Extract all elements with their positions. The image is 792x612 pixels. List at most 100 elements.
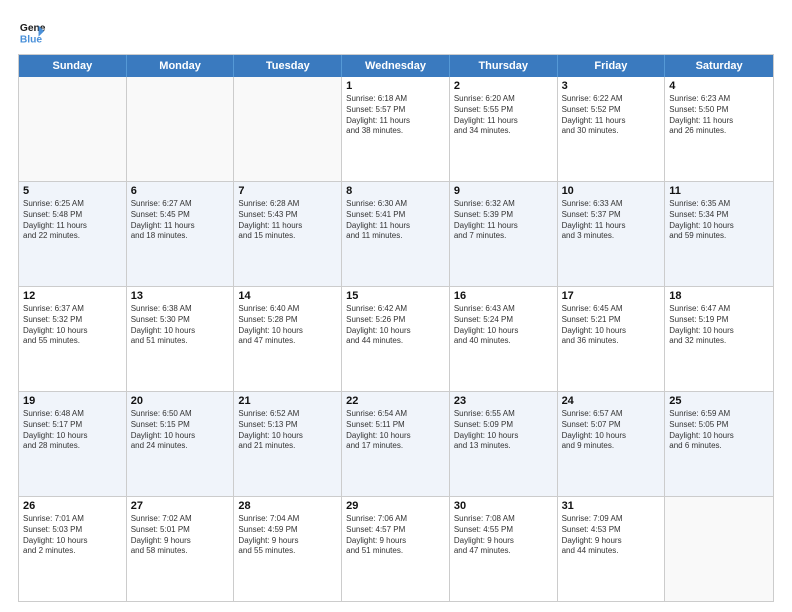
day-number: 14 (238, 290, 337, 302)
day-number: 23 (454, 395, 553, 407)
day-info: Sunrise: 7:08 AM Sunset: 4:55 PM Dayligh… (454, 514, 553, 557)
day-number: 19 (23, 395, 122, 407)
day-number: 10 (562, 185, 661, 197)
day-cell-15: 15Sunrise: 6:42 AM Sunset: 5:26 PM Dayli… (342, 287, 450, 391)
calendar-row-0: 1 Sunrise: 6:18 AM Sunset: 5:57 PM Daylig… (19, 77, 773, 181)
day-number: 29 (346, 500, 445, 512)
day-cell-11: 11 Sunrise: 6:35 AM Sunset: 5:34 PM Dayli… (665, 182, 773, 286)
day-info: Sunrise: 7:06 AM Sunset: 4:57 PM Dayligh… (346, 514, 445, 557)
day-info: Sunrise: 6:25 AM Sunset: 5:48 PM Dayligh… (23, 199, 122, 242)
day-info: Sunrise: 6:59 AM Sunset: 5:05 PM Dayligh… (669, 409, 769, 452)
day-number: 9 (454, 185, 553, 197)
day-cell-19: 19 Sunrise: 6:48 AM Sunset: 5:17 PM Dayli… (19, 392, 127, 496)
day-cell-27: 27 Sunrise: 7:02 AM Sunset: 5:01 PM Dayli… (127, 497, 235, 601)
day-cell-1: 1 Sunrise: 6:18 AM Sunset: 5:57 PM Daylig… (342, 77, 450, 181)
day-number: 8 (346, 185, 445, 197)
day-info: Sunrise: 6:35 AM Sunset: 5:34 PM Dayligh… (669, 199, 769, 242)
logo-icon: General Blue (18, 18, 46, 46)
header-day-saturday: Saturday (665, 55, 773, 77)
day-number: 28 (238, 500, 337, 512)
day-cell-7: 7 Sunrise: 6:28 AM Sunset: 5:43 PM Daylig… (234, 182, 342, 286)
day-info: Sunrise: 6:45 AM Sunset: 5:21 PM Dayligh… (562, 304, 661, 347)
day-cell-23: 23 Sunrise: 6:55 AM Sunset: 5:09 PM Dayli… (450, 392, 558, 496)
day-number: 3 (562, 80, 661, 92)
day-number: 27 (131, 500, 230, 512)
day-info: Sunrise: 6:54 AM Sunset: 5:11 PM Dayligh… (346, 409, 445, 452)
day-number: 25 (669, 395, 769, 407)
day-info: Sunrise: 6:22 AM Sunset: 5:52 PM Dayligh… (562, 94, 661, 137)
day-info: Sunrise: 6:52 AM Sunset: 5:13 PM Dayligh… (238, 409, 337, 452)
day-info: Sunrise: 6:55 AM Sunset: 5:09 PM Dayligh… (454, 409, 553, 452)
day-cell-20: 20 Sunrise: 6:50 AM Sunset: 5:15 PM Dayli… (127, 392, 235, 496)
day-info: Sunrise: 6:48 AM Sunset: 5:17 PM Dayligh… (23, 409, 122, 452)
logo: General Blue (18, 18, 46, 46)
calendar-row-3: 19 Sunrise: 6:48 AM Sunset: 5:17 PM Dayli… (19, 391, 773, 496)
day-number: 11 (669, 185, 769, 197)
day-number: 20 (131, 395, 230, 407)
day-number: 13 (131, 290, 230, 302)
page: General Blue SundayMondayTuesdayWednesda… (0, 0, 792, 612)
day-cell-26: 26Sunrise: 7:01 AM Sunset: 5:03 PM Dayli… (19, 497, 127, 601)
header-day-tuesday: Tuesday (234, 55, 342, 77)
day-info: Sunrise: 7:04 AM Sunset: 4:59 PM Dayligh… (238, 514, 337, 557)
calendar-header: SundayMondayTuesdayWednesdayThursdayFrid… (19, 55, 773, 77)
day-cell-17: 17 Sunrise: 6:45 AM Sunset: 5:21 PM Dayli… (558, 287, 666, 391)
day-info: Sunrise: 6:18 AM Sunset: 5:57 PM Dayligh… (346, 94, 445, 137)
day-cell-2: 2 Sunrise: 6:20 AM Sunset: 5:55 PM Daylig… (450, 77, 558, 181)
day-info: Sunrise: 6:27 AM Sunset: 5:45 PM Dayligh… (131, 199, 230, 242)
day-cell-21: 21 Sunrise: 6:52 AM Sunset: 5:13 PM Dayli… (234, 392, 342, 496)
day-number: 6 (131, 185, 230, 197)
day-info: Sunrise: 6:28 AM Sunset: 5:43 PM Dayligh… (238, 199, 337, 242)
day-info: Sunrise: 6:37 AM Sunset: 5:32 PM Dayligh… (23, 304, 122, 347)
calendar-row-1: 5 Sunrise: 6:25 AM Sunset: 5:48 PM Daylig… (19, 181, 773, 286)
day-number: 24 (562, 395, 661, 407)
day-info: Sunrise: 7:02 AM Sunset: 5:01 PM Dayligh… (131, 514, 230, 557)
header-day-thursday: Thursday (450, 55, 558, 77)
day-number: 17 (562, 290, 661, 302)
day-cell-14: 14Sunrise: 6:40 AM Sunset: 5:28 PM Dayli… (234, 287, 342, 391)
day-number: 2 (454, 80, 553, 92)
day-info: Sunrise: 6:33 AM Sunset: 5:37 PM Dayligh… (562, 199, 661, 242)
day-number: 21 (238, 395, 337, 407)
day-cell-12: 12 Sunrise: 6:37 AM Sunset: 5:32 PM Dayli… (19, 287, 127, 391)
day-info: Sunrise: 6:30 AM Sunset: 5:41 PM Dayligh… (346, 199, 445, 242)
day-number: 5 (23, 185, 122, 197)
day-cell-13: 13 Sunrise: 6:38 AM Sunset: 5:30 PM Dayli… (127, 287, 235, 391)
day-info: Sunrise: 6:38 AM Sunset: 5:30 PM Dayligh… (131, 304, 230, 347)
day-cell-30: 30Sunrise: 7:08 AM Sunset: 4:55 PM Dayli… (450, 497, 558, 601)
calendar: SundayMondayTuesdayWednesdayThursdayFrid… (18, 54, 774, 602)
day-number: 31 (562, 500, 661, 512)
header-day-monday: Monday (127, 55, 235, 77)
header: General Blue (18, 18, 774, 46)
day-cell-6: 6 Sunrise: 6:27 AM Sunset: 5:45 PM Daylig… (127, 182, 235, 286)
empty-cell (19, 77, 127, 181)
day-info: Sunrise: 6:32 AM Sunset: 5:39 PM Dayligh… (454, 199, 553, 242)
day-cell-4: 4 Sunrise: 6:23 AM Sunset: 5:50 PM Daylig… (665, 77, 773, 181)
day-number: 22 (346, 395, 445, 407)
empty-cell (127, 77, 235, 181)
empty-cell (665, 497, 773, 601)
header-day-wednesday: Wednesday (342, 55, 450, 77)
day-info: Sunrise: 6:57 AM Sunset: 5:07 PM Dayligh… (562, 409, 661, 452)
day-info: Sunrise: 6:50 AM Sunset: 5:15 PM Dayligh… (131, 409, 230, 452)
day-cell-24: 24 Sunrise: 6:57 AM Sunset: 5:07 PM Dayli… (558, 392, 666, 496)
day-number: 12 (23, 290, 122, 302)
day-info: Sunrise: 6:43 AM Sunset: 5:24 PM Dayligh… (454, 304, 553, 347)
day-cell-8: 8 Sunrise: 6:30 AM Sunset: 5:41 PM Daylig… (342, 182, 450, 286)
day-number: 4 (669, 80, 769, 92)
day-info: Sunrise: 6:20 AM Sunset: 5:55 PM Dayligh… (454, 94, 553, 137)
day-info: Sunrise: 7:01 AM Sunset: 5:03 PM Dayligh… (23, 514, 122, 557)
day-number: 16 (454, 290, 553, 302)
day-info: Sunrise: 6:42 AM Sunset: 5:26 PM Dayligh… (346, 304, 445, 347)
header-day-friday: Friday (558, 55, 666, 77)
day-info: Sunrise: 6:47 AM Sunset: 5:19 PM Dayligh… (669, 304, 769, 347)
day-number: 7 (238, 185, 337, 197)
day-number: 18 (669, 290, 769, 302)
day-info: Sunrise: 7:09 AM Sunset: 4:53 PM Dayligh… (562, 514, 661, 557)
day-cell-10: 10 Sunrise: 6:33 AM Sunset: 5:37 PM Dayli… (558, 182, 666, 286)
day-info: Sunrise: 6:23 AM Sunset: 5:50 PM Dayligh… (669, 94, 769, 137)
empty-cell (234, 77, 342, 181)
day-cell-31: 31 Sunrise: 7:09 AM Sunset: 4:53 PM Dayli… (558, 497, 666, 601)
header-day-sunday: Sunday (19, 55, 127, 77)
day-number: 1 (346, 80, 445, 92)
